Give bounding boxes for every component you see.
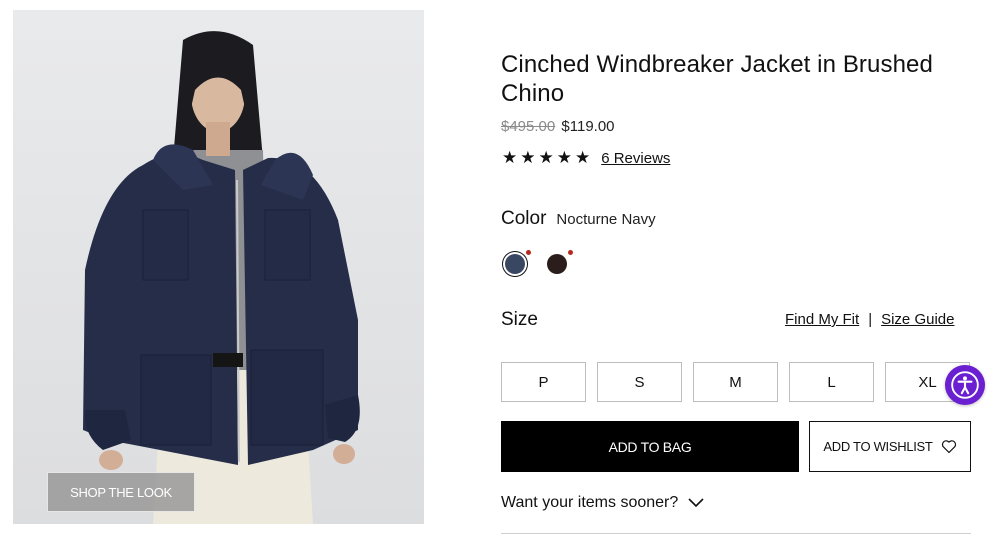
- link-separator: |: [868, 311, 873, 328]
- add-to-bag-label: ADD TO BAG: [608, 438, 692, 455]
- size-guide-link[interactable]: Size Guide: [881, 311, 954, 328]
- size-option-s[interactable]: S: [597, 362, 682, 402]
- add-to-wishlist-label: ADD TO WISHLIST: [823, 439, 933, 454]
- star-rating-icons: ★★★★★: [502, 148, 594, 167]
- original-price: $495.00: [501, 118, 556, 135]
- rating-row: ★★★★★ 6 Reviews: [502, 148, 670, 168]
- selected-color-name: Nocturne Navy: [556, 211, 656, 228]
- accessibility-icon: [951, 371, 979, 399]
- shop-the-look-button[interactable]: SHOP THE LOOK: [47, 472, 195, 512]
- size-option-l[interactable]: L: [789, 362, 874, 402]
- heart-icon: [941, 440, 956, 454]
- size-label: Size: [501, 309, 538, 330]
- swatch-indicator-dot: [568, 250, 573, 255]
- fit-links: Find My Fit | Size Guide: [785, 311, 954, 328]
- accessibility-button[interactable]: [945, 365, 985, 405]
- reviews-link[interactable]: 6 Reviews: [601, 150, 670, 167]
- add-to-bag-button[interactable]: ADD TO BAG: [501, 421, 799, 472]
- delivery-sooner-toggle[interactable]: Want your items sooner?: [501, 494, 704, 512]
- swatch-indicator-dot: [526, 250, 531, 255]
- size-option-p[interactable]: P: [501, 362, 586, 402]
- size-option-m[interactable]: M: [693, 362, 778, 402]
- product-image[interactable]: SHOP THE LOOK: [13, 10, 424, 524]
- color-selector-header: Color Nocturne Navy: [501, 208, 656, 230]
- color-swatch-brown[interactable]: [547, 254, 567, 274]
- add-to-wishlist-button[interactable]: ADD TO WISHLIST: [809, 421, 971, 472]
- section-divider: [501, 533, 971, 534]
- model-jacket-illustration: [83, 31, 360, 524]
- color-swatch-navy[interactable]: [505, 254, 525, 274]
- color-label: Color: [501, 208, 547, 229]
- price-row: $495.00 $119.00: [501, 118, 615, 135]
- sale-price: $119.00: [561, 118, 615, 135]
- find-my-fit-link[interactable]: Find My Fit: [785, 311, 859, 328]
- product-title: Cinched Windbreaker Jacket in Brushed Ch…: [501, 51, 933, 107]
- chevron-down-icon: [688, 498, 704, 508]
- delivery-sooner-label: Want your items sooner?: [501, 494, 679, 511]
